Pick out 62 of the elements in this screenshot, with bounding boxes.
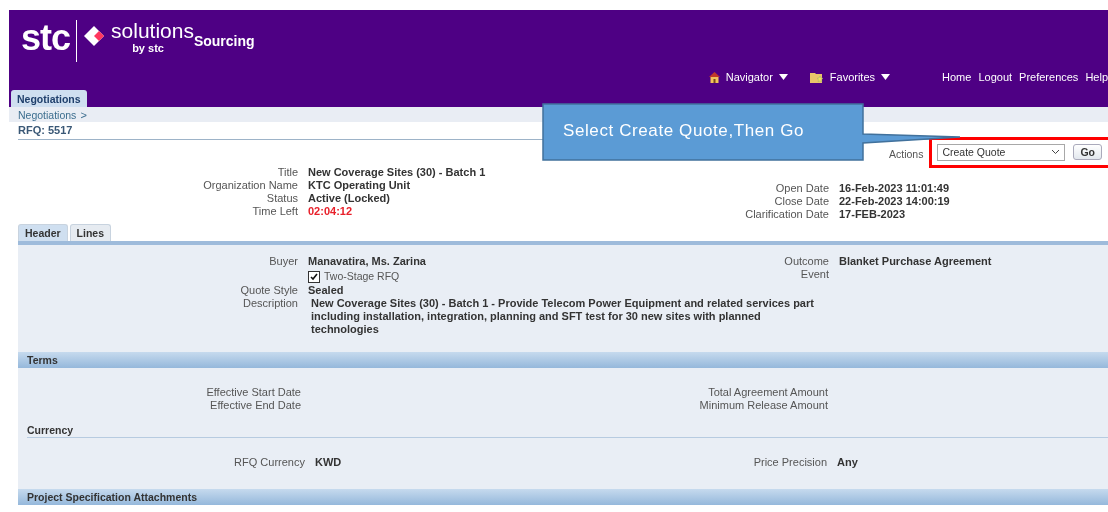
nav-menu[interactable]: Favorites [809, 71, 891, 84]
field-label: Effective End Date [210, 399, 301, 412]
field-label: Price Precision [753, 456, 827, 469]
checkbox-label: Two-Stage RFQ [324, 270, 400, 283]
diamond-logo-icon [83, 25, 106, 47]
section-header: Terms [18, 352, 1108, 368]
breadcrumb-separator: > [80, 108, 87, 121]
field-label: Close Date [774, 195, 829, 208]
section-tab[interactable]: Header [18, 224, 68, 241]
field-label: Open Date [775, 182, 829, 195]
house-icon [708, 71, 720, 83]
callout-text: Select Create Quote,Then Go [563, 121, 805, 141]
field-label: Outcome [784, 255, 829, 268]
go-button[interactable]: Go [1073, 144, 1102, 160]
field-value: New Coverage Sites (30) - Batch 1 [308, 166, 486, 179]
field-label: Title [277, 166, 298, 179]
field-value: 17-FEB-2023 [839, 208, 906, 221]
folder-star-icon [809, 71, 824, 83]
field-label: RFQ Currency [234, 456, 305, 469]
caret-icon [778, 74, 788, 81]
field-value: Manavatira, Ms. Zarina [308, 255, 426, 268]
field-label: Organization Name [203, 179, 298, 192]
field-value: 16-Feb-2023 11:01:49 [839, 182, 950, 195]
breadcrumb-link[interactable]: Negotiations [18, 108, 77, 121]
checkbox[interactable] [308, 270, 320, 283]
field-label: Total Agreement Amount [708, 386, 828, 399]
field-value: Blanket Purchase Agreement [839, 255, 992, 268]
field-label: Clarification Date [745, 208, 829, 221]
subsection-header: Currency [27, 424, 1108, 438]
actions-label: Actions [888, 148, 924, 160]
logo-brand: stc [21, 20, 71, 56]
section-header: Project Specification Attachments [18, 489, 1108, 505]
global-link[interactable]: Logout [978, 71, 1013, 84]
app-name: Sourcing [193, 33, 255, 49]
logo-byline: by stc [132, 42, 164, 54]
field-label: Time Left [252, 205, 298, 218]
field-value: Any [837, 456, 858, 469]
field-label: Minimum Release Amount [699, 399, 828, 412]
field-value: New Coverage Sites (30) - Batch 1 - Provide Telecom Power Equipment and related services part including installation, integration, planning and SFT test for 30 new sites with planned technologies [311, 297, 815, 336]
nav-menu[interactable]: Navigator [708, 71, 788, 84]
global-link[interactable]: Help [1085, 71, 1108, 84]
field-label: Event [800, 268, 829, 281]
page-title: RFQ: 5517 [18, 124, 73, 136]
caret-icon [881, 74, 891, 81]
section-tab[interactable]: Lines [69, 224, 112, 241]
field-label: Description [242, 297, 298, 311]
field-label: Effective Start Date [206, 386, 301, 399]
chevron-down-icon [1051, 149, 1061, 155]
field-value: KTC Operating Unit [308, 179, 411, 192]
field-label: Status [266, 192, 298, 205]
field-value: Active (Locked) [308, 192, 390, 205]
field-value: KWD [315, 456, 342, 469]
field-value: Sealed [308, 284, 344, 297]
field-value: 02:04:12 [308, 205, 353, 218]
field-label: Buyer [269, 255, 298, 268]
field-label: Quote Style [240, 284, 298, 297]
logo-name: solutions [111, 20, 194, 42]
global-link[interactable]: Home [942, 71, 972, 84]
actions-select[interactable]: Create Quote [937, 143, 1066, 161]
nav-tab[interactable]: Negotiations [11, 90, 87, 107]
global-link[interactable]: Preferences [1019, 71, 1079, 84]
field-value: 22-Feb-2023 14:00:19 [839, 195, 950, 208]
